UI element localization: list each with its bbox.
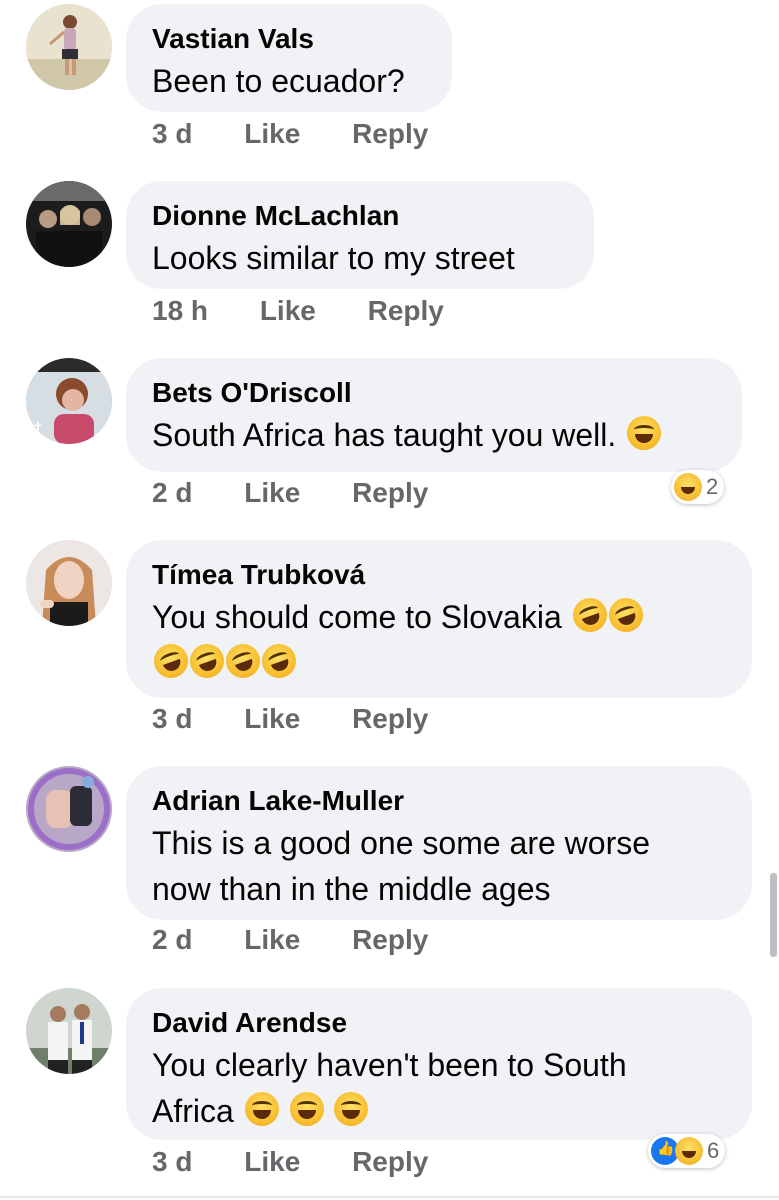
face-with-tears-of-joy-icon (627, 416, 662, 450)
comment-actions: 3 d Like Reply (152, 118, 428, 150)
like-button[interactable]: Like (244, 703, 300, 735)
reaction-count: 6 (707, 1138, 720, 1163)
comment-timestamp[interactable]: 3 d (152, 703, 192, 735)
like-button[interactable]: Like (260, 295, 316, 327)
rolling-on-floor-laughing-icon (603, 593, 648, 637)
comment-actions: 3 d Like Reply (152, 1146, 428, 1178)
comment-timestamp[interactable]: 2 d (152, 477, 192, 509)
comment-text-line: Africa (152, 1093, 234, 1129)
reply-button[interactable]: Reply (352, 118, 428, 150)
comment-text-content: You should come to Slovakia (152, 599, 562, 635)
comment-text: Looks similar to my street (152, 240, 515, 276)
comment-text-line: now than in the middle ages (152, 871, 551, 907)
rolling-on-floor-laughing-icon (257, 639, 301, 683)
face-with-tears-of-joy-icon (289, 1092, 324, 1126)
avatar[interactable] (26, 988, 112, 1074)
comment-bubble: Adrian Lake-Muller This is a good one so… (126, 766, 752, 920)
comment-text: You should come to Slovakia (149, 593, 726, 686)
like-button[interactable]: Like (244, 477, 300, 509)
haha-reaction-icon (674, 473, 702, 501)
comment-text: This is a good one some are worse now tha… (152, 820, 726, 912)
avatar[interactable] (26, 540, 112, 626)
comment-author[interactable]: Bets O'Driscoll (152, 376, 716, 410)
like-button[interactable]: Like (244, 118, 300, 150)
face-with-tears-of-joy-icon (334, 1092, 369, 1126)
comment-bubble: David Arendse You clearly haven't been t… (126, 988, 752, 1140)
comment-bubble: Vastian Vals Been to ecuador? (126, 4, 452, 112)
divider (0, 1196, 779, 1198)
like-button[interactable]: Like (244, 1146, 300, 1178)
reply-button[interactable]: Reply (352, 1146, 428, 1178)
avatar[interactable] (26, 766, 112, 852)
comment-author[interactable]: Dionne McLachlan (152, 199, 568, 233)
comment-actions: 2 d Like Reply (152, 924, 428, 956)
reply-button[interactable]: Reply (352, 477, 428, 509)
comment-text: Been to ecuador? (152, 63, 405, 99)
reaction-summary[interactable]: 6 (648, 1134, 726, 1168)
comment-timestamp[interactable]: 3 d (152, 118, 192, 150)
comment-bubble: Dionne McLachlan Looks similar to my str… (126, 181, 594, 289)
rolling-on-floor-laughing-icon (221, 639, 265, 683)
avatar[interactable]: ✝ (26, 358, 112, 444)
reply-button[interactable]: Reply (352, 924, 428, 956)
comment-actions: 3 d Like Reply (152, 703, 428, 735)
face-with-tears-of-joy-icon (244, 1092, 279, 1126)
comment-bubble: Tímea Trubková You should come to Slovak… (126, 540, 752, 698)
comment-timestamp[interactable]: 3 d (152, 1146, 192, 1178)
avatar[interactable] (26, 181, 112, 267)
rolling-on-floor-laughing-icon (185, 639, 229, 683)
comment-author[interactable]: Vastian Vals (152, 22, 426, 56)
comment-text-line: You clearly haven't been to South (152, 1047, 627, 1083)
comment-text: You clearly haven't been to South Africa (152, 1042, 726, 1134)
comment-bubble: Bets O'Driscoll South Africa has taught … (126, 358, 742, 472)
avatar[interactable] (26, 4, 112, 90)
comment-actions: 18 h Like Reply (152, 295, 444, 327)
reply-button[interactable]: Reply (368, 295, 444, 327)
comment-text-content: South Africa has taught you well. (152, 417, 617, 453)
comment-text: South Africa has taught you well. (152, 412, 716, 458)
like-button[interactable]: Like (244, 924, 300, 956)
comment-author[interactable]: David Arendse (152, 1006, 726, 1040)
comment-author[interactable]: Adrian Lake-Muller (152, 784, 726, 818)
rolling-on-floor-laughing-icon (567, 593, 612, 637)
comment-timestamp[interactable]: 18 h (152, 295, 208, 327)
svg-text:✝: ✝ (32, 420, 44, 436)
scrollbar[interactable] (770, 873, 777, 957)
comment-text-line: This is a good one some are worse (152, 825, 651, 861)
reply-button[interactable]: Reply (352, 703, 428, 735)
comment-actions: 2 d Like Reply (152, 477, 428, 509)
reaction-summary[interactable]: 2 (671, 470, 725, 504)
comment-author[interactable]: Tímea Trubková (152, 558, 726, 592)
reaction-count: 2 (706, 474, 719, 499)
rolling-on-floor-laughing-icon (149, 639, 193, 683)
haha-reaction-icon (675, 1137, 703, 1165)
comment-timestamp[interactable]: 2 d (152, 924, 192, 956)
